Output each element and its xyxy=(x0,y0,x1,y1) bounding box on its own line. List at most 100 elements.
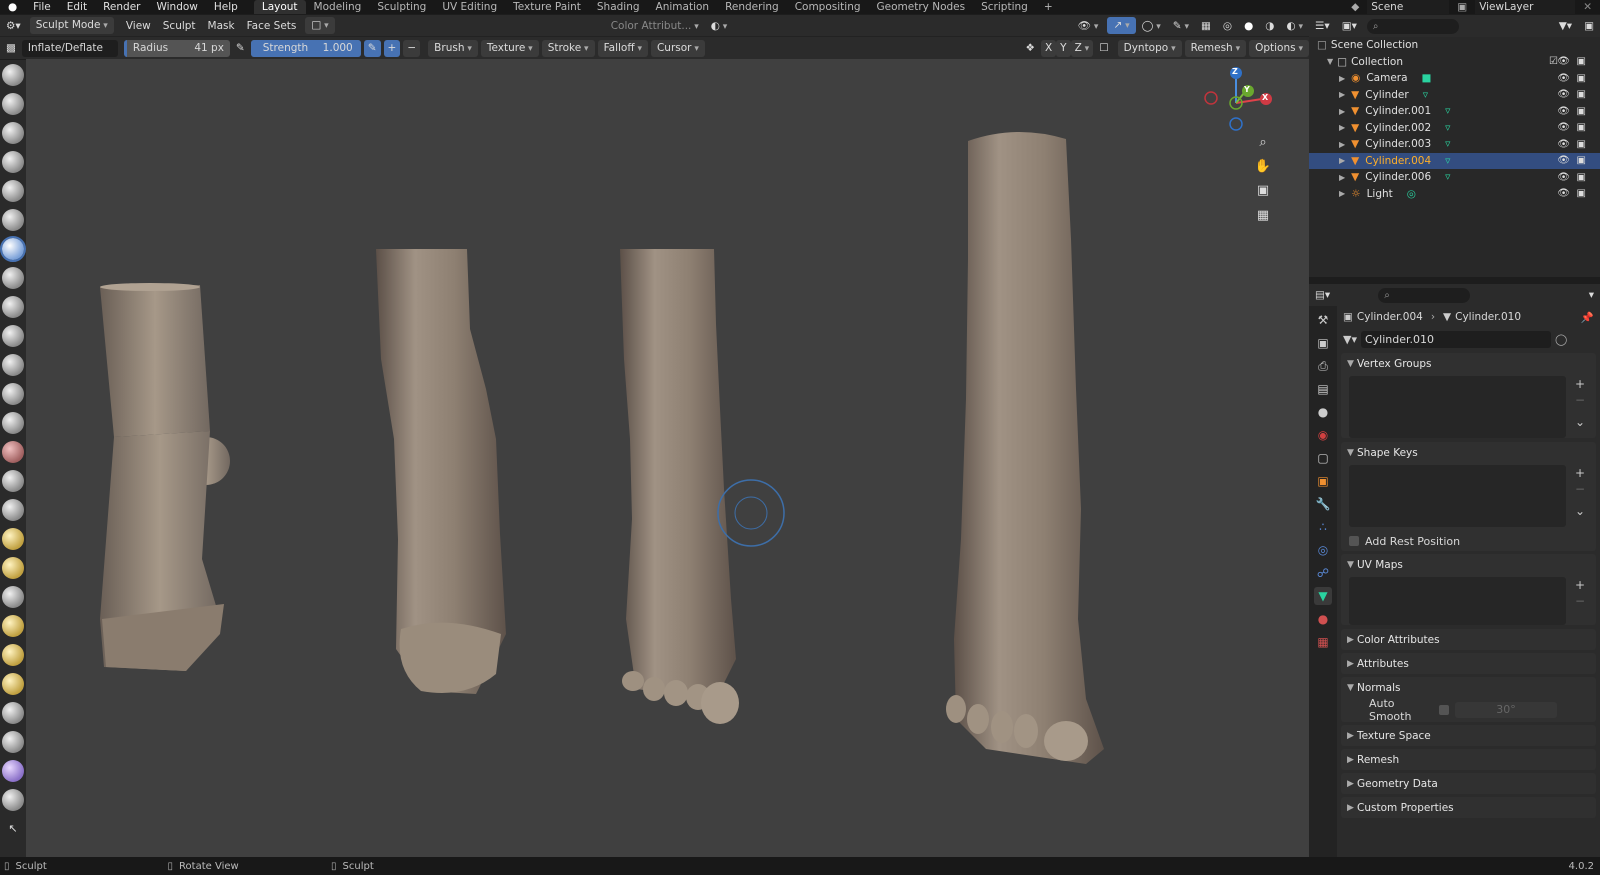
tab-scripting[interactable]: Scripting xyxy=(973,0,1036,14)
shape-keys-header[interactable]: ▼ Shape Keys xyxy=(1341,442,1596,463)
tab-rendering[interactable]: Rendering xyxy=(717,0,787,14)
vertex-groups-list[interactable]: + − ⌄ xyxy=(1349,376,1585,438)
vertex-group-menu-button[interactable]: ⌄ xyxy=(1572,414,1588,430)
properties-editor-icon[interactable]: ▤▾ xyxy=(1309,289,1336,301)
add-rest-position-checkbox[interactable] xyxy=(1349,536,1359,546)
mesh-browse-icon[interactable]: ▼▾ xyxy=(1343,333,1357,346)
visibility-eye-icon[interactable]: 👁 xyxy=(1557,172,1570,183)
layer-brush-icon[interactable] xyxy=(2,209,24,231)
camera-view-icon[interactable]: ▣ xyxy=(1253,183,1273,203)
face-sets-dropdown[interactable]: □ xyxy=(305,17,335,34)
inflate-brush-icon[interactable] xyxy=(0,236,26,262)
blender-logo-icon[interactable]: ● xyxy=(0,0,25,14)
remesh-menu[interactable]: Remesh xyxy=(1184,39,1247,57)
outliner-item[interactable]: ▶ ▼ Cylinder.002 ▿ 👁 ▣ xyxy=(1309,120,1600,137)
boundary-brush-icon[interactable] xyxy=(2,731,24,753)
properties-search-input[interactable]: ⌕ xyxy=(1378,287,1471,303)
menu-file[interactable]: File xyxy=(25,0,59,14)
add-shape-key-button[interactable]: + xyxy=(1572,465,1588,481)
outliner-scene-collection[interactable]: □ Scene Collection xyxy=(1309,37,1600,54)
visibility-eye-icon[interactable]: 👁 xyxy=(1557,155,1570,166)
remove-shape-key-button[interactable]: − xyxy=(1572,481,1588,497)
mask-brush-icon[interactable]: ↖ xyxy=(2,818,24,840)
collection-tab-icon[interactable]: ▢ xyxy=(1314,449,1332,467)
object-tab-icon[interactable]: ▣ xyxy=(1314,472,1332,490)
radius-field[interactable]: Radius 41 px xyxy=(123,39,230,57)
menu-face-sets[interactable]: Face Sets xyxy=(241,20,303,32)
tab-geometry-nodes[interactable]: Geometry Nodes xyxy=(869,0,974,14)
render-camera-icon[interactable]: ▣ xyxy=(1577,188,1586,199)
ortho-grid-icon[interactable]: ▦ xyxy=(1253,208,1273,228)
snake-hook-brush-icon[interactable] xyxy=(2,557,24,579)
expand-item-icon[interactable]: ▶ xyxy=(1339,140,1345,149)
filter-icon[interactable]: ▼▾ xyxy=(1553,20,1578,32)
uv-maps-list[interactable]: + − xyxy=(1349,577,1585,625)
tab-compositing[interactable]: Compositing xyxy=(787,0,869,14)
pinch-brush-icon[interactable] xyxy=(2,470,24,492)
mesh-data-tab-icon[interactable]: ▼ xyxy=(1314,587,1332,605)
scene-name[interactable]: Scene xyxy=(1367,0,1450,14)
visibility-eye-icon[interactable]: 👁 xyxy=(1557,89,1570,100)
visibility-eye-icon[interactable]: 👁 xyxy=(1557,106,1570,117)
outliner-item[interactable]: ▶ ◉ Camera ■ 👁 ▣ xyxy=(1309,70,1600,87)
overlays-icon[interactable]: ◯ xyxy=(1136,20,1167,32)
expand-item-icon[interactable]: ▶ xyxy=(1339,189,1345,198)
rendered-shading-icon[interactable]: ◐ xyxy=(1280,20,1309,32)
color-attributes-header[interactable]: ▶ Color Attributes xyxy=(1341,629,1596,650)
gizmo-toggle-icon[interactable]: ↗ xyxy=(1107,17,1136,34)
mode-select[interactable]: Sculpt Mode xyxy=(29,17,114,34)
scrape-brush-icon[interactable] xyxy=(2,412,24,434)
modifier-tab-icon[interactable]: 🔧 xyxy=(1314,495,1332,513)
toggle-xray-icon[interactable]: ▦ xyxy=(1195,20,1217,32)
direction-add-button[interactable]: + xyxy=(383,39,401,57)
outliner-item[interactable]: ▶ ☼ Light ◎ 👁 ▣ xyxy=(1309,186,1600,203)
sculpted-foot-mesh[interactable] xyxy=(620,249,739,724)
attributes-header[interactable]: ▶ Attributes xyxy=(1341,653,1596,674)
falloff-menu[interactable]: Falloff xyxy=(597,39,648,57)
add-rest-position-row[interactable]: Add Rest Position xyxy=(1341,531,1596,551)
particles-tab-icon[interactable]: ∴ xyxy=(1314,518,1332,536)
draw-brush-icon[interactable] xyxy=(2,64,24,86)
menu-sculpt[interactable]: Sculpt xyxy=(157,20,202,32)
remove-vertex-group-button[interactable]: − xyxy=(1572,392,1588,408)
visibility-eye-icon[interactable]: 👁 xyxy=(1557,139,1570,150)
direction-subtract-button[interactable]: − xyxy=(403,39,421,57)
render-camera-icon[interactable]: ▣ xyxy=(1577,73,1586,84)
fill-brush-icon[interactable] xyxy=(2,383,24,405)
slide-relax-brush-icon[interactable] xyxy=(2,702,24,724)
render-camera-icon[interactable]: ▣ xyxy=(1577,172,1586,183)
visibility-eye-icon[interactable]: 👁 xyxy=(1557,188,1570,199)
3d-viewport[interactable]: X Y Z ⌕ ✋ ▣ ▦ xyxy=(26,59,1309,857)
render-camera-icon[interactable]: ▣ xyxy=(1577,106,1586,117)
tab-animation[interactable]: Animation xyxy=(648,0,718,14)
visibility-eye-icon[interactable]: 👁 xyxy=(1557,73,1570,84)
menu-view[interactable]: View xyxy=(120,20,157,32)
normals-header[interactable]: ▼ Normals xyxy=(1341,677,1596,698)
elastic-deform-brush-icon[interactable] xyxy=(2,528,24,550)
fake-user-icon[interactable]: ◯ xyxy=(1555,333,1567,346)
material-shading-icon[interactable]: ◑ xyxy=(1259,20,1280,32)
xray-icon[interactable]: ✎ xyxy=(1167,20,1195,32)
outliner-item[interactable]: ▶ ▼ Cylinder.003 ▿ 👁 ▣ xyxy=(1309,136,1600,153)
shape-keys-list[interactable]: + − ⌄ xyxy=(1349,465,1585,527)
menu-render[interactable]: Render xyxy=(95,0,148,14)
brush-name-field[interactable]: Inflate/Deflate xyxy=(21,39,118,57)
shape-key-menu-button[interactable]: ⌄ xyxy=(1572,503,1588,519)
sculpted-shin-mesh[interactable] xyxy=(376,249,506,694)
dyntopo-checkbox[interactable]: ☐ xyxy=(1093,42,1114,54)
shading-color-icon[interactable]: ◐ xyxy=(705,20,734,32)
solid-shading-icon[interactable]: ● xyxy=(1238,20,1259,32)
clay-brush-icon[interactable] xyxy=(2,122,24,144)
wireframe-shading-icon[interactable]: ◎ xyxy=(1217,20,1238,32)
collection-render-icon[interactable]: ▣ xyxy=(1577,56,1586,67)
tool-tab-icon[interactable]: ⚒ xyxy=(1314,311,1332,329)
flatten-brush-icon[interactable] xyxy=(2,354,24,376)
geometry-data-header[interactable]: ▶ Geometry Data xyxy=(1341,773,1596,794)
blob-brush-icon[interactable] xyxy=(2,267,24,289)
expand-item-icon[interactable]: ▶ xyxy=(1339,74,1345,83)
expand-item-icon[interactable]: ▶ xyxy=(1339,123,1345,132)
scene-tab-icon[interactable]: ● xyxy=(1314,403,1332,421)
draw-sharp-brush-icon[interactable] xyxy=(2,93,24,115)
add-vertex-group-button[interactable]: + xyxy=(1572,376,1588,392)
brush-menu[interactable]: Brush xyxy=(428,39,478,57)
